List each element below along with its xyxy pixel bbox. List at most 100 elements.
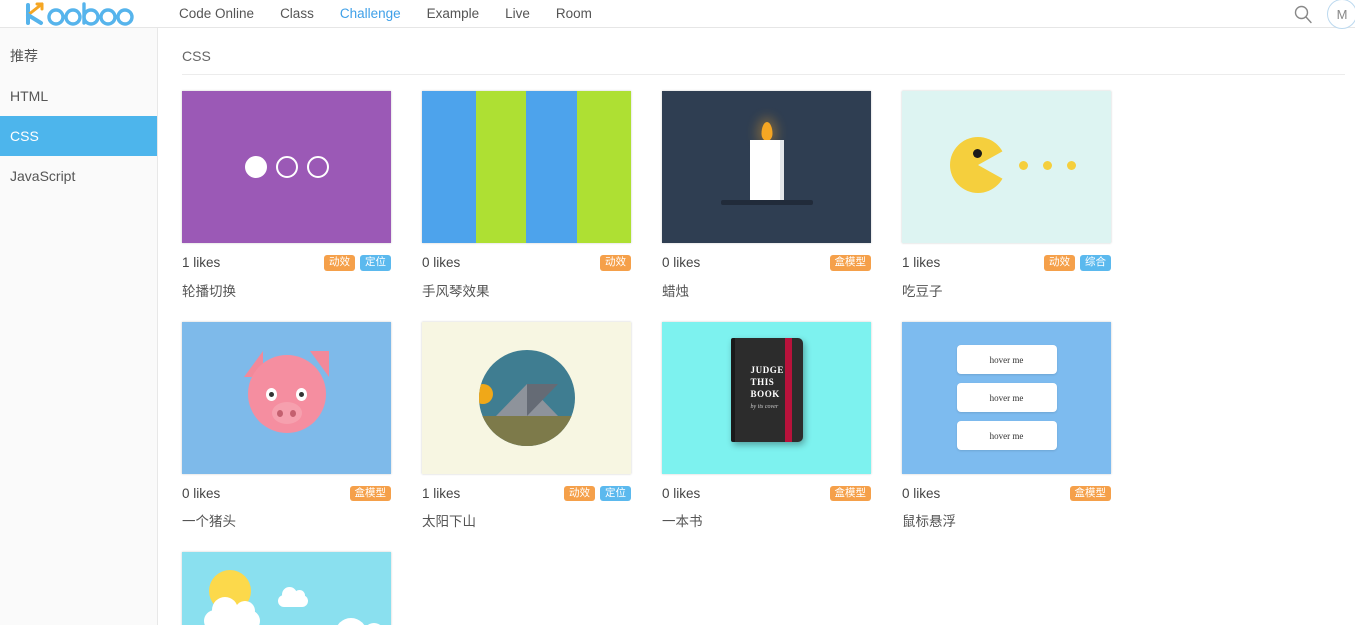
likes-count: 0 likes <box>902 485 941 501</box>
challenge-card[interactable]: 1 likes 盒模型 定位 蓝天白云 <box>182 552 422 625</box>
candle-flame <box>761 122 772 141</box>
tag-list: 盒模型 <box>829 255 871 271</box>
thumbnail-hover[interactable]: hover me hover me hover me <box>902 321 1111 474</box>
sidebar: 推荐 HTML CSS JavaScript <box>0 28 158 625</box>
carousel-dot <box>306 156 329 178</box>
thumbnail-sunset[interactable] <box>422 321 631 474</box>
tag-badge[interactable]: 盒模型 <box>349 485 391 501</box>
tag-badge[interactable]: 动效 <box>324 255 355 271</box>
card-title[interactable]: 吃豆子 <box>902 271 1142 300</box>
card-title[interactable]: 手风琴效果 <box>422 271 662 300</box>
pig-snout <box>271 401 302 424</box>
brand-logo[interactable] <box>0 0 158 28</box>
challenge-card[interactable]: 1 likes 动效 定位 轮播切换 <box>182 91 422 300</box>
pacman-eye <box>973 149 982 158</box>
nav-item-example[interactable]: Example <box>414 0 493 28</box>
tag-list: 动效 <box>600 255 631 271</box>
nav-item-class[interactable]: Class <box>267 0 327 28</box>
card-meta: 0 likes 盒模型 <box>662 474 871 501</box>
thumbnail-candle[interactable] <box>662 91 871 243</box>
thumbnail-accordion[interactable] <box>422 91 631 243</box>
pig-eye-left <box>266 387 277 401</box>
accordion-panel <box>476 91 527 243</box>
kooboo-logo-icon <box>26 1 134 26</box>
book-cover: JUDGE THIS BOOK by its cover <box>730 337 803 442</box>
tag-badge[interactable]: 动效 <box>1044 255 1075 271</box>
accordion-panel <box>422 91 477 243</box>
nav-item-challenge[interactable]: Challenge <box>327 0 414 28</box>
user-avatar[interactable]: M <box>1327 0 1355 29</box>
book-title-line1: JUDGE <box>750 364 785 375</box>
challenge-card[interactable]: 1 likes 动效 定位 太阳下山 <box>422 321 662 531</box>
card-meta: 0 likes 动效 <box>422 243 631 271</box>
book-title-line2: THIS <box>750 376 775 387</box>
card-title[interactable]: 一个猪头 <box>182 501 422 530</box>
challenge-card[interactable]: 0 likes 盒模型 蜡烛 <box>662 91 902 300</box>
ground-shape <box>478 415 575 446</box>
tag-badge[interactable]: 动效 <box>564 485 595 501</box>
sidebar-item-javascript[interactable]: JavaScript <box>0 156 157 196</box>
sidebar-item-css[interactable]: CSS <box>0 116 157 156</box>
card-title[interactable]: 轮播切换 <box>182 271 422 300</box>
card-meta: 0 likes 盒模型 <box>182 474 391 501</box>
thumbnail-sky[interactable] <box>182 552 391 625</box>
accordion-panel <box>576 91 631 243</box>
candle-base <box>720 200 813 205</box>
card-title[interactable]: 太阳下山 <box>422 501 662 530</box>
tag-list: 盒模型 <box>1069 485 1111 501</box>
thumbnail-pig[interactable] <box>182 321 391 474</box>
thumbnail-book[interactable]: JUDGE THIS BOOK by its cover <box>662 321 871 474</box>
sidebar-item-recommended[interactable]: 推荐 <box>0 36 157 76</box>
challenge-card[interactable]: JUDGE THIS BOOK by its cover 0 likes 盒模型… <box>662 321 902 531</box>
challenge-card[interactable]: 1 likes 动效 综合 吃豆子 <box>902 91 1142 300</box>
book-strap <box>784 337 792 442</box>
tag-list: 盒模型 <box>829 485 871 501</box>
tag-badge[interactable]: 综合 <box>1080 255 1111 271</box>
challenge-card[interactable]: hover me hover me hover me 0 likes 盒模型 鼠… <box>902 321 1142 531</box>
card-title[interactable]: 一本书 <box>662 501 902 530</box>
tag-badge[interactable]: 定位 <box>600 485 631 501</box>
likes-count: 1 likes <box>422 485 461 501</box>
pig-nostril-left <box>277 409 283 417</box>
likes-count: 1 likes <box>182 255 221 271</box>
challenge-card[interactable]: 0 likes 盒模型 一个猪头 <box>182 321 422 531</box>
thumbnail-pacman[interactable] <box>902 91 1111 243</box>
pig-nostril-right <box>290 409 296 417</box>
card-title[interactable]: 蜡烛 <box>662 271 902 300</box>
tag-badge[interactable]: 盒模型 <box>829 255 871 271</box>
card-meta: 0 likes 盒模型 <box>662 243 871 271</box>
nav-item-room[interactable]: Room <box>543 0 605 28</box>
tag-badge[interactable]: 盒模型 <box>1069 485 1111 501</box>
likes-count: 0 likes <box>422 255 461 271</box>
hover-button: hover me <box>956 421 1057 450</box>
tag-badge[interactable]: 盒模型 <box>829 485 871 501</box>
cloud-shape <box>278 587 308 607</box>
card-title[interactable]: 鼠标悬浮 <box>902 501 1142 530</box>
search-icon[interactable] <box>1293 4 1313 24</box>
main-nav: Code Online Class Challenge Example Live… <box>166 0 605 28</box>
tag-badge[interactable]: 动效 <box>600 255 631 271</box>
likes-count: 0 likes <box>662 255 701 271</box>
pacman-shape <box>950 137 1006 193</box>
cloud-shape <box>204 597 260 625</box>
book-subtitle-text: by its cover <box>750 403 779 410</box>
content-area: CSS 1 likes 动效 定位 轮播切换 0 likes 动效 手风琴效果 … <box>158 28 1355 625</box>
book-title-line3: BOOK <box>750 388 780 399</box>
sunset-scene <box>478 349 575 446</box>
hover-button: hover me <box>956 383 1057 412</box>
challenge-card-grid: 1 likes 动效 定位 轮播切换 0 likes 动效 手风琴效果 0 li… <box>182 75 1355 625</box>
candle-body <box>749 140 784 202</box>
nav-item-live[interactable]: Live <box>492 0 543 28</box>
likes-count: 0 likes <box>182 485 221 501</box>
carousel-dot-active <box>244 156 267 178</box>
accordion-panel <box>526 91 577 243</box>
thumbnail-carousel[interactable] <box>182 91 391 243</box>
pacman-dot <box>1043 161 1052 170</box>
tag-badge[interactable]: 定位 <box>360 255 391 271</box>
mountain-right <box>526 383 558 416</box>
likes-count: 0 likes <box>662 485 701 501</box>
pacman-dot <box>1067 161 1076 170</box>
nav-item-code-online[interactable]: Code Online <box>166 0 267 28</box>
challenge-card[interactable]: 0 likes 动效 手风琴效果 <box>422 91 662 300</box>
sidebar-item-html[interactable]: HTML <box>0 76 157 116</box>
